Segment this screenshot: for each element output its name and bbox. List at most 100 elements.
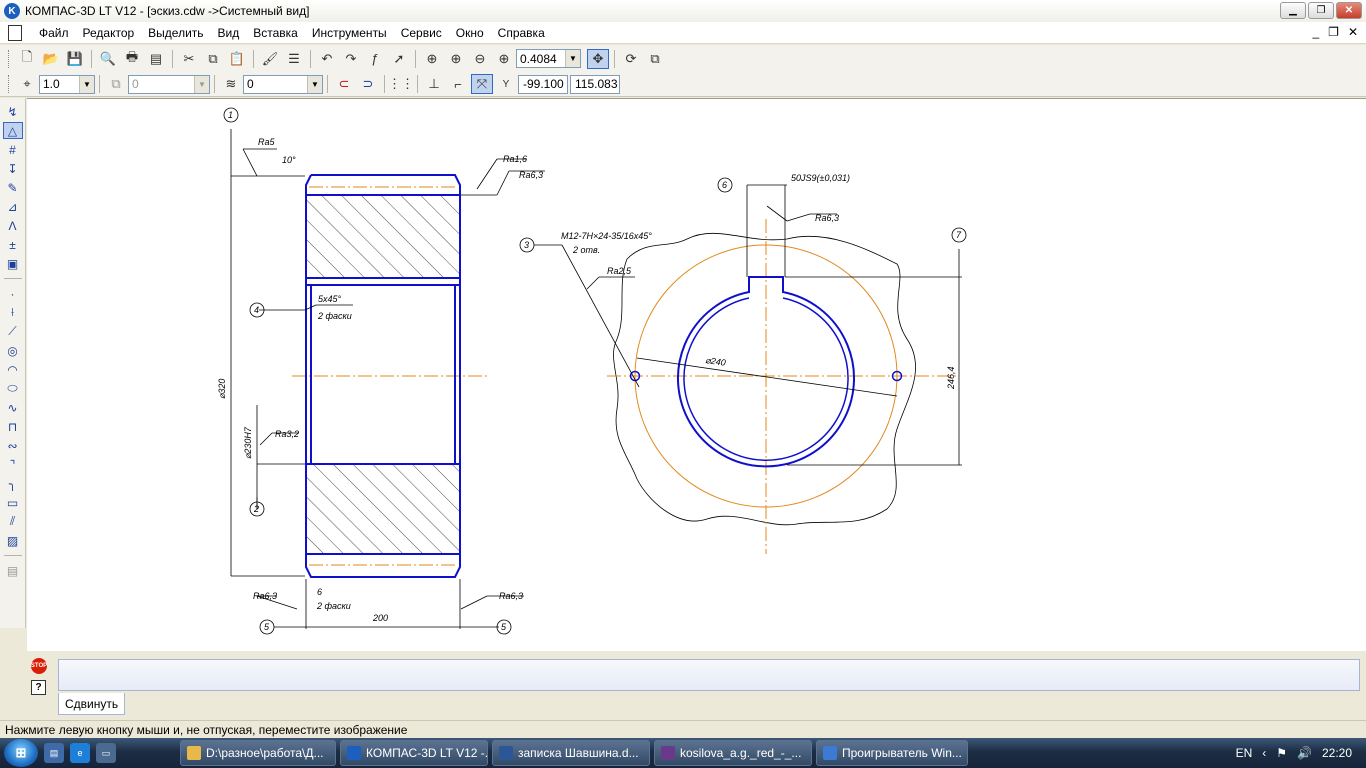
drawing-svg[interactable]: Ra5 10° Ra1,6 Ra6,3 5х45° 2 фаски ⌀320 ⌀… — [27, 99, 1366, 652]
start-button[interactable]: ⊞ — [4, 739, 38, 767]
edit-icon[interactable]: ✎ — [3, 179, 23, 196]
chamfer-icon[interactable]: ⌝ — [3, 456, 23, 473]
print-preview-icon[interactable]: 🔍 — [97, 49, 119, 69]
magnet-icon[interactable]: ⊂ — [333, 74, 355, 94]
open-folder-icon[interactable]: 📂 — [40, 49, 62, 69]
doc-restore-button[interactable]: ❐ — [1328, 25, 1339, 39]
snap-icon[interactable]: ⌖ — [16, 74, 38, 94]
circle-icon[interactable]: ◎ — [3, 342, 23, 359]
doc-minimize-button[interactable]: _ — [1312, 25, 1319, 39]
toolbar-grip[interactable] — [8, 75, 11, 93]
chevron-down-icon[interactable]: ▼ — [79, 75, 94, 93]
help-pointer-icon[interactable]: ➚ — [388, 49, 410, 69]
print-icon[interactable]: 🖶 — [121, 49, 143, 69]
task-word[interactable]: записка Шавшина.d... — [492, 740, 650, 766]
zoom-in-icon[interactable]: ⊕ — [445, 49, 467, 69]
task-document[interactable]: kosilova_a.g._red_-_... — [654, 740, 812, 766]
menu-help[interactable]: Справка — [491, 26, 552, 40]
redo-icon[interactable]: ↷ — [340, 49, 362, 69]
view-manager-icon[interactable]: ⧉ — [644, 49, 666, 69]
geometry-icon[interactable]: △ — [2, 122, 23, 139]
save-icon[interactable]: 💾 — [64, 49, 86, 69]
zoom-out-icon[interactable]: ⊖ — [469, 49, 491, 69]
segment-icon[interactable]: ⟋ — [3, 323, 23, 340]
spline-icon[interactable]: ∾ — [3, 437, 23, 454]
close-button[interactable]: ✕ — [1336, 2, 1362, 19]
geometry-panel-icon[interactable]: ↯ — [3, 103, 23, 120]
zoom-window-icon[interactable]: ⊕ — [421, 49, 443, 69]
rectangle-icon[interactable]: ▭ — [3, 494, 23, 511]
snap-magnet-icon[interactable]: ⊃ — [357, 74, 379, 94]
menu-view[interactable]: Вид — [211, 26, 247, 40]
task-explorer[interactable]: D:\разное\работа\Д... — [180, 740, 336, 766]
show-desktop-icon[interactable]: ▭ — [96, 743, 116, 763]
language-indicator[interactable]: EN — [1236, 746, 1253, 760]
style-layers-icon[interactable]: ≋ — [220, 74, 242, 94]
select-icon[interactable]: ± — [3, 236, 23, 253]
clock[interactable]: 22:20 — [1322, 746, 1352, 760]
help-icon[interactable]: ? — [31, 680, 46, 695]
paste-icon[interactable]: 📋 — [226, 49, 248, 69]
menu-insert[interactable]: Вставка — [246, 26, 305, 40]
toolbar-grip[interactable] — [8, 49, 11, 68]
undo-icon[interactable]: ↶ — [316, 49, 338, 69]
coords-icon[interactable]: Y — [495, 74, 517, 94]
format-painter-icon[interactable]: 🖌 — [259, 49, 281, 69]
volume-icon[interactable]: 🔊 — [1297, 746, 1312, 760]
arc-icon[interactable]: ◠ — [3, 361, 23, 378]
point-icon[interactable]: · — [3, 285, 23, 302]
document-icon[interactable] — [8, 24, 22, 41]
chevron-down-icon[interactable]: ▼ — [307, 75, 322, 93]
menu-editor[interactable]: Редактор — [76, 26, 142, 40]
parametrization-icon[interactable]: ⊿ — [3, 198, 23, 215]
new-document-icon[interactable]: 🗋 — [16, 49, 38, 69]
maximize-button[interactable]: ❐ — [1308, 2, 1334, 19]
style-select[interactable]: 0 ▼ — [243, 74, 323, 94]
fillet-icon[interactable]: ╮ — [3, 475, 23, 492]
tab-move[interactable]: Сдвинуть — [58, 693, 126, 715]
scale-select[interactable]: 1.0 ▼ — [39, 74, 95, 94]
task-kompas[interactable]: КОМПАС-3D LT V12 -... — [340, 740, 488, 766]
internet-explorer-icon[interactable]: e — [70, 743, 90, 763]
auxiliary-line-icon[interactable]: ⟊ — [3, 304, 23, 321]
menu-window[interactable]: Окно — [449, 26, 491, 40]
quicklaunch-app-icon[interactable]: ▤ — [44, 743, 64, 763]
menu-select[interactable]: Выделить — [141, 26, 210, 40]
menu-tools[interactable]: Инструменты — [305, 26, 394, 40]
grid-icon[interactable]: ⋮⋮ — [388, 74, 414, 94]
local-cs-icon[interactable]: ⊥ — [423, 74, 445, 94]
zoom-scale-icon[interactable]: ⊕ — [493, 49, 515, 69]
flag-icon[interactable]: ⚑ — [1276, 746, 1287, 760]
cut-icon[interactable]: ✂ — [178, 49, 200, 69]
polyline-icon[interactable]: ⊓ — [3, 418, 23, 435]
ellipse-icon[interactable]: ⬭ — [3, 380, 23, 397]
spec-icon[interactable]: ▣ — [3, 255, 23, 272]
hatch-icon[interactable]: ▨ — [3, 532, 23, 549]
chevron-down-icon[interactable]: ▼ — [565, 50, 580, 67]
ortho-icon[interactable]: ⌐ — [447, 74, 469, 94]
pan-icon[interactable]: ✥ — [587, 48, 609, 69]
refresh-icon[interactable]: ⟳ — [620, 49, 642, 69]
list-icon[interactable]: ☰ — [283, 49, 305, 69]
dimensions-icon[interactable]: # — [3, 141, 23, 158]
more-icon[interactable]: ▤ — [3, 562, 23, 579]
coord-y-field[interactable]: 115.083 — [570, 74, 620, 94]
zoom-select[interactable]: 0.4084 ▼ — [516, 49, 581, 68]
menu-service[interactable]: Сервис — [394, 26, 449, 40]
tray-arrow-icon[interactable]: ‹ — [1262, 746, 1266, 760]
variables-icon[interactable]: ƒ — [364, 49, 386, 69]
layer-icon[interactable]: ⧉ — [105, 74, 127, 94]
continuous-input-icon[interactable]: ∿ — [3, 399, 23, 416]
copy-icon[interactable]: ⧉ — [202, 49, 224, 69]
properties-icon[interactable]: ▤ — [145, 49, 167, 69]
drawing-area[interactable]: Ra5 10° Ra1,6 Ra6,3 5х45° 2 фаски ⌀320 ⌀… — [27, 98, 1366, 651]
coord-x-field[interactable]: -99.100 — [518, 74, 568, 94]
stop-icon[interactable]: STOP — [31, 658, 47, 674]
layer-select[interactable]: 0 ▼ — [128, 74, 210, 94]
doc-close-button[interactable]: ✕ — [1348, 25, 1358, 39]
equidistant-icon[interactable]: ⫽ — [3, 513, 23, 530]
task-media-player[interactable]: Проигрыватель Win... — [816, 740, 968, 766]
menu-file[interactable]: Файл — [32, 26, 76, 40]
symbols-icon[interactable]: ↧ — [3, 160, 23, 177]
chevron-down-icon[interactable]: ▼ — [194, 75, 209, 93]
